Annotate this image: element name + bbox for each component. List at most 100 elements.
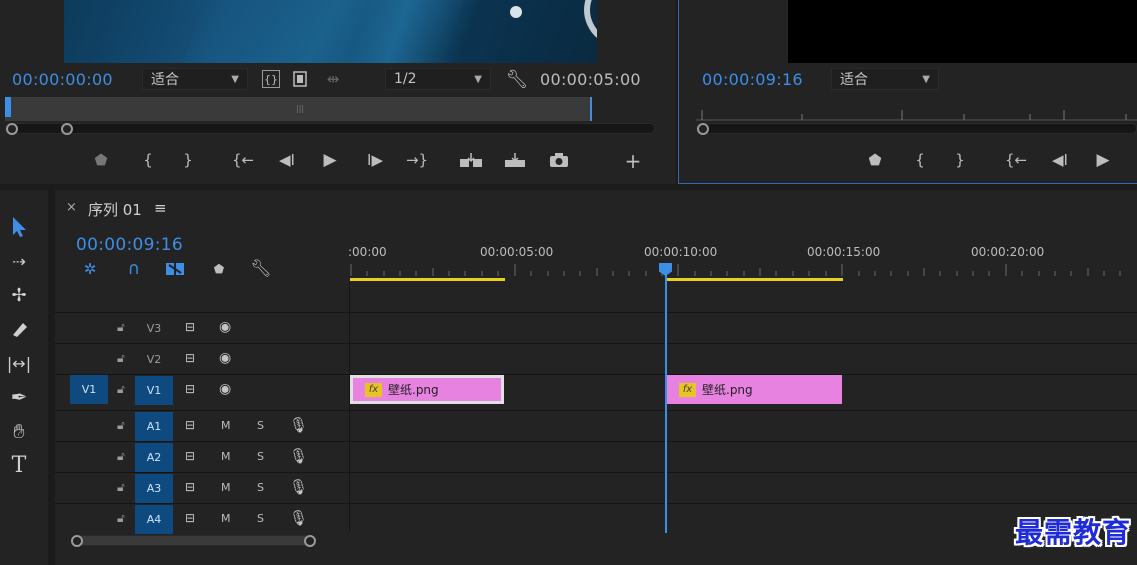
track-name-v1[interactable]: V1: [135, 376, 173, 405]
selection-tool-icon[interactable]: [4, 212, 34, 242]
timeline-settings-wrench-icon[interactable]: 🔧︎: [250, 258, 272, 280]
snap-magnet-icon[interactable]: ∩: [124, 259, 144, 279]
track-name-a2[interactable]: A2: [135, 443, 173, 472]
clip-wallpaper-1[interactable]: fx 壁纸.png: [350, 375, 504, 404]
sequence-tab[interactable]: 序列 01: [88, 199, 142, 220]
program-go-to-in-icon[interactable]: {←: [1005, 150, 1027, 170]
track-name-v3[interactable]: V3: [135, 314, 173, 343]
insert-icon[interactable]: [458, 150, 484, 170]
sync-lock-icon[interactable]: ⊟: [185, 449, 195, 463]
track-name-a3[interactable]: A3: [135, 474, 173, 503]
linked-selection-icon[interactable]: [164, 260, 186, 278]
lock-icon[interactable]: 🔓︎: [117, 511, 125, 526]
drag-audio-video-icon[interactable]: ⇹: [322, 70, 344, 88]
solo-button[interactable]: S: [257, 512, 264, 525]
program-time-ruler[interactable]: [696, 106, 1137, 121]
type-tool-icon[interactable]: T: [4, 450, 34, 480]
ripple-edit-tool-icon[interactable]: ✢: [4, 280, 34, 310]
sequence-menu-icon[interactable]: ≡: [154, 199, 167, 217]
mark-in-icon[interactable]: {: [140, 150, 156, 170]
step-back-icon[interactable]: ◀I: [276, 150, 298, 170]
playback-resolution-dropdown[interactable]: 1/2 ▼: [385, 68, 491, 90]
program-zoom-scrollbar[interactable]: [696, 123, 1137, 134]
solo-button[interactable]: S: [257, 481, 264, 494]
microphone-icon[interactable]: 🎙︎: [289, 447, 308, 465]
track-lane-v3[interactable]: [350, 312, 1137, 343]
clip-wallpaper-2[interactable]: fx 壁纸.png: [667, 375, 842, 404]
program-mark-out-icon[interactable]: }: [952, 150, 968, 170]
lock-icon[interactable]: 🔓︎: [117, 480, 125, 495]
solo-button[interactable]: S: [257, 419, 264, 432]
close-tab-icon[interactable]: ×: [66, 200, 77, 215]
mute-button[interactable]: M: [221, 419, 231, 432]
insert-edit-icon[interactable]: {}: [262, 70, 280, 88]
timeline-scroll-right-handle[interactable]: [304, 535, 316, 547]
mute-button[interactable]: M: [221, 450, 231, 463]
film-strip-icon[interactable]: [292, 70, 308, 88]
source-scroll-left-handle[interactable]: [6, 123, 18, 135]
add-marker-icon[interactable]: ⬟: [210, 260, 228, 278]
microphone-icon[interactable]: 🎙︎: [289, 509, 308, 527]
source-out-marker: [590, 97, 592, 121]
track-select-tool-icon[interactable]: ⇢: [4, 246, 34, 276]
play-icon[interactable]: ▶: [320, 150, 340, 170]
sync-lock-icon[interactable]: ⊟: [185, 351, 195, 365]
sync-lock-icon[interactable]: ⊟: [185, 382, 195, 396]
step-forward-icon[interactable]: I▶: [364, 150, 386, 170]
track-lane-a2[interactable]: [350, 441, 1137, 472]
eye-icon[interactable]: ◉: [219, 319, 231, 335]
go-to-in-icon[interactable]: {←: [232, 150, 254, 170]
timeline-playhead-line[interactable]: [665, 270, 667, 533]
program-timecode[interactable]: 00:00:09:16: [702, 70, 803, 89]
program-zoom-dropdown[interactable]: 适合 ▼: [831, 68, 939, 90]
nest-sequence-icon[interactable]: ✲: [80, 260, 100, 278]
source-zoom-scrollbar[interactable]: [5, 123, 655, 134]
timeline-timecode[interactable]: 00:00:09:16: [76, 235, 183, 255]
mute-button[interactable]: M: [221, 481, 231, 494]
camera-icon[interactable]: [548, 150, 570, 170]
go-to-out-icon[interactable]: →}: [405, 150, 429, 170]
solo-button[interactable]: S: [257, 450, 264, 463]
ruler-grip[interactable]: |||: [296, 104, 304, 113]
sync-lock-icon[interactable]: ⊟: [185, 480, 195, 494]
program-play-icon[interactable]: ▶: [1093, 150, 1113, 170]
source-playhead[interactable]: [5, 97, 11, 117]
overwrite-icon[interactable]: [502, 150, 528, 170]
wrench-icon[interactable]: 🔧︎: [506, 68, 529, 90]
lock-icon[interactable]: 🔓︎: [117, 320, 125, 335]
timeline-zoom-scrollbar[interactable]: [76, 535, 316, 546]
source-zoom-dropdown[interactable]: 适合 ▼: [142, 68, 248, 90]
track-lane-v2[interactable]: [350, 343, 1137, 374]
slip-tool-icon[interactable]: |↔|: [4, 348, 34, 378]
lock-icon[interactable]: 🔓︎: [117, 382, 125, 397]
program-add-marker-icon[interactable]: ⬟: [866, 150, 884, 170]
eye-icon[interactable]: ◉: [219, 381, 231, 397]
mark-out-icon[interactable]: }: [180, 150, 196, 170]
microphone-icon[interactable]: 🎙︎: [289, 416, 308, 434]
mute-button[interactable]: M: [221, 512, 231, 525]
sync-lock-icon[interactable]: ⊟: [185, 418, 195, 432]
timeline-scroll-left-handle[interactable]: [71, 535, 83, 547]
hand-tool-icon[interactable]: ✋︎: [4, 416, 34, 446]
sync-lock-icon[interactable]: ⊟: [185, 320, 195, 334]
program-scroll-left-handle[interactable]: [697, 123, 709, 135]
microphone-icon[interactable]: 🎙︎: [289, 478, 308, 496]
lock-icon[interactable]: 🔓︎: [117, 418, 125, 433]
track-lane-a3[interactable]: [350, 472, 1137, 503]
razor-tool-icon[interactable]: [4, 314, 34, 344]
track-name-a1[interactable]: A1: [135, 412, 173, 441]
track-name-a4[interactable]: A4: [135, 505, 173, 534]
eye-icon[interactable]: ◉: [219, 350, 231, 366]
program-mark-in-icon[interactable]: {: [912, 150, 928, 170]
source-scroll-right-handle[interactable]: [61, 123, 73, 135]
lock-icon[interactable]: 🔓︎: [117, 449, 125, 464]
add-marker-icon[interactable]: ⬟: [92, 150, 110, 170]
pen-tool-icon[interactable]: ✒︎: [4, 382, 34, 412]
add-button-icon[interactable]: +: [622, 149, 644, 173]
sync-lock-icon[interactable]: ⊟: [185, 511, 195, 525]
track-name-v2[interactable]: V2: [135, 345, 173, 374]
source-in-timecode[interactable]: 00:00:00:00: [12, 70, 113, 89]
track-lane-a1[interactable]: [350, 410, 1137, 441]
program-step-back-icon[interactable]: ◀I: [1049, 150, 1071, 170]
lock-icon[interactable]: 🔓︎: [117, 351, 125, 366]
